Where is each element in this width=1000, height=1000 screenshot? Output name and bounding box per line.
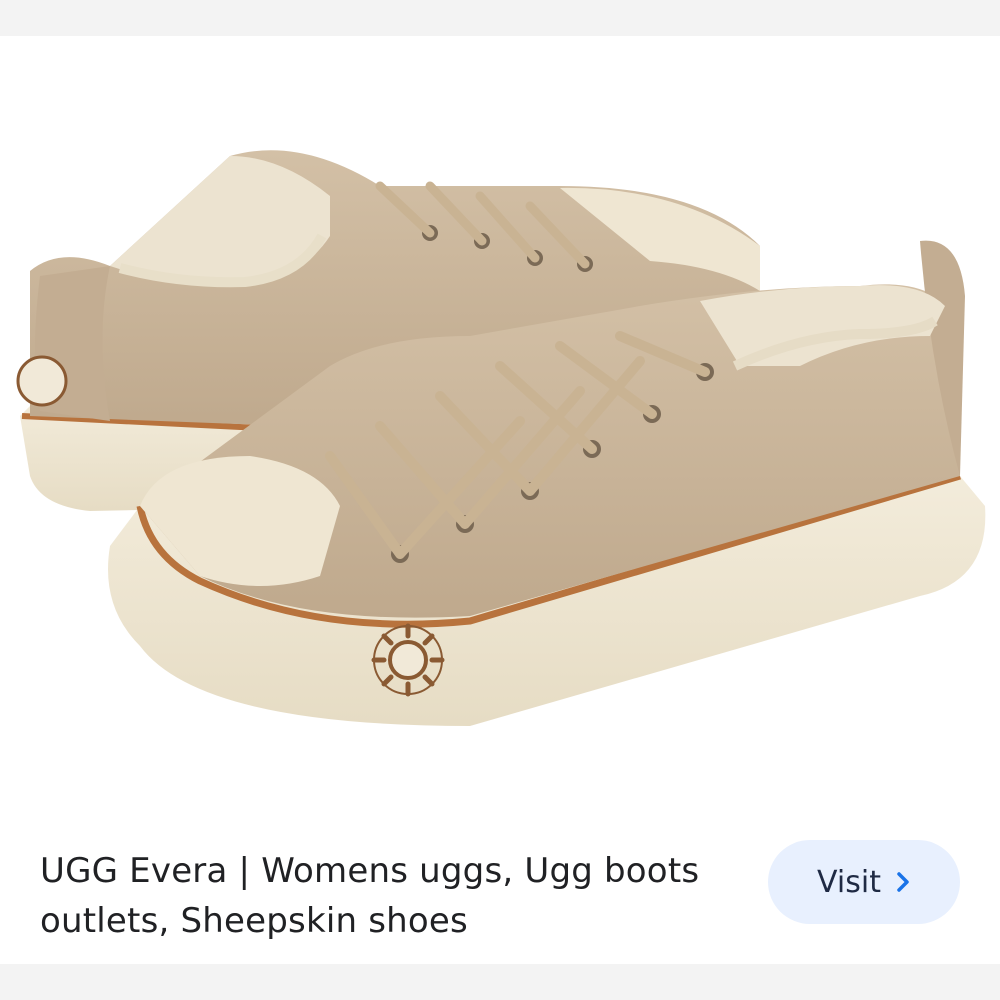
visit-button-label: Visit [817,864,881,900]
ugg-sun-logo-icon [371,623,445,697]
product-image[interactable] [0,36,1000,816]
top-strip [0,0,1000,36]
sneaker-pair-illustration [16,150,986,726]
chevron-right-icon [895,870,911,894]
result-title[interactable]: UGG Evera | Womens uggs, Ugg boots outle… [40,846,740,946]
bottom-strip [0,964,1000,1000]
result-caption: UGG Evera | Womens uggs, Ugg boots outle… [0,816,1000,964]
visit-button[interactable]: Visit [768,840,960,924]
